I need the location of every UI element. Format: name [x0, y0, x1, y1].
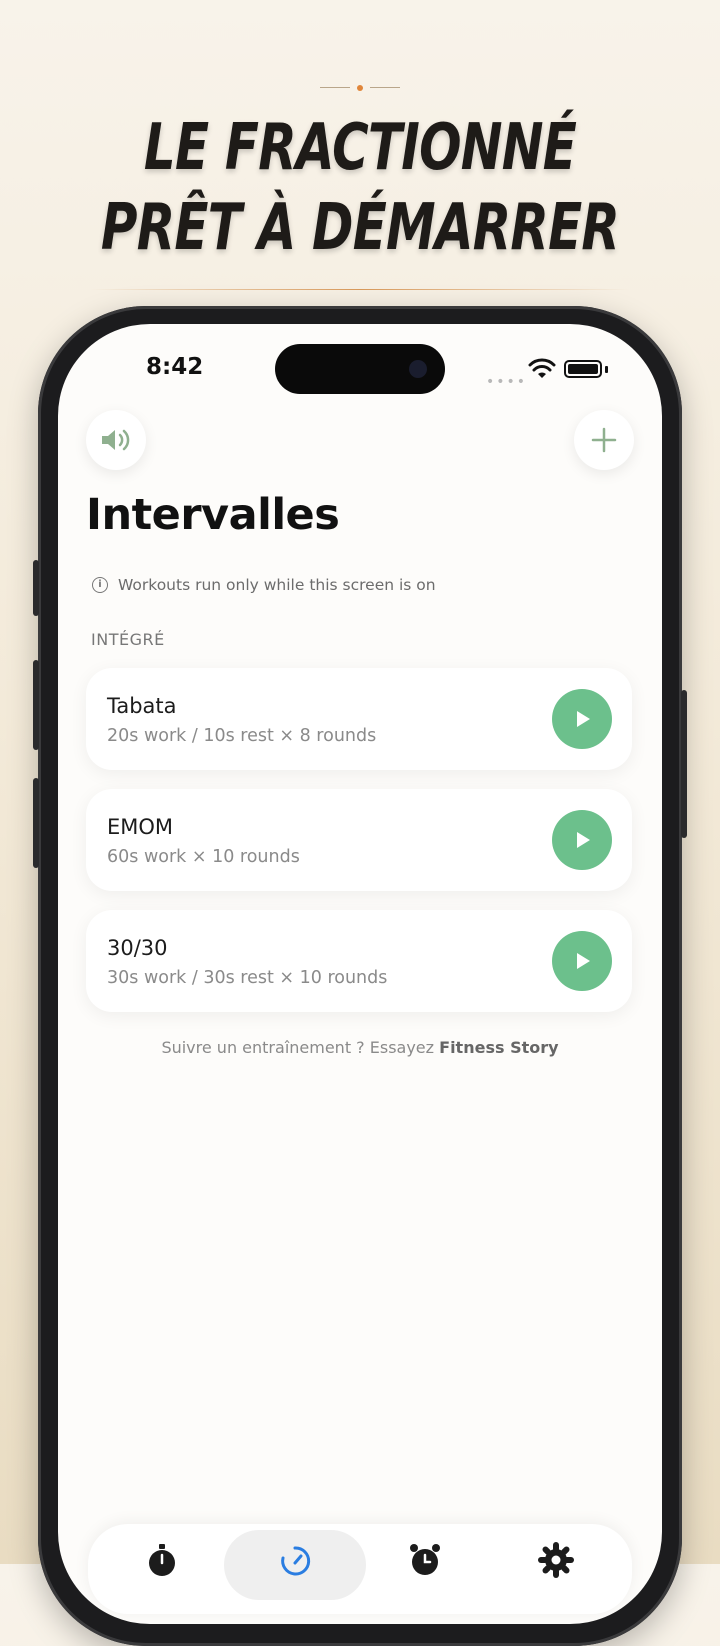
dynamic-island [275, 344, 445, 394]
play-icon [577, 832, 590, 848]
footer-promo: Suivre un entraînement ? Essayez Fitness… [58, 1038, 662, 1057]
tab-settings[interactable] [534, 1538, 578, 1582]
tab-stopwatch[interactable] [140, 1538, 184, 1582]
tab-intervals[interactable] [273, 1538, 317, 1582]
section-label: INTÉGRÉ [91, 630, 165, 649]
sound-toggle-button[interactable] [86, 410, 146, 470]
workout-title: Tabata [107, 694, 177, 718]
workout-title: 30/30 [107, 936, 168, 960]
headline-line-1: LE FRACTIONNÉ [143, 111, 577, 185]
workout-card-30-30[interactable]: 30/30 30s work / 30s rest × 10 rounds [86, 910, 632, 1012]
tab-bar [88, 1524, 632, 1614]
play-icon [577, 953, 590, 969]
play-icon [577, 711, 590, 727]
phone-power-button [681, 690, 687, 838]
info-text: Workouts run only while this screen is o… [118, 576, 436, 594]
plus-icon [591, 427, 617, 453]
ornament [320, 85, 400, 91]
phone-action-button [33, 560, 39, 616]
info-icon: i [92, 577, 108, 593]
cellular-signal-icon: •••• [486, 374, 528, 390]
headline-line-2: PRÊT À DÉMARRER [100, 191, 620, 265]
footer-prefix: Suivre un entraînement ? Essayez [161, 1038, 435, 1057]
add-interval-button[interactable] [574, 410, 634, 470]
phone-volume-up [33, 660, 39, 750]
stopwatch-icon [149, 1544, 175, 1576]
speaker-icon [102, 429, 130, 451]
page-title: Intervalles [86, 490, 340, 540]
fitness-story-link[interactable]: Fitness Story [439, 1038, 558, 1057]
battery-icon [564, 360, 602, 378]
phone-volume-down [33, 778, 39, 868]
workout-subtitle: 60s work × 10 rounds [107, 847, 300, 867]
gear-icon [538, 1542, 574, 1578]
status-time: 8:42 [146, 354, 204, 380]
wifi-icon [528, 358, 556, 378]
workout-card-emom[interactable]: EMOM 60s work × 10 rounds [86, 789, 632, 891]
workout-subtitle: 30s work / 30s rest × 10 rounds [107, 968, 388, 988]
workout-subtitle: 20s work / 10s rest × 8 rounds [107, 726, 377, 746]
tab-alarm[interactable] [403, 1538, 447, 1582]
alarm-clock-icon [410, 1544, 440, 1575]
workout-card-tabata[interactable]: Tabata 20s work / 10s rest × 8 rounds [86, 668, 632, 770]
marketing-headline: LE FRACTIONNÉ PRÊT À DÉMARRER [79, 108, 641, 268]
info-note: i Workouts run only while this screen is… [92, 576, 436, 594]
workout-title: EMOM [107, 815, 174, 839]
divider [90, 289, 630, 290]
play-button[interactable] [552, 689, 612, 749]
interval-timer-icon [281, 1546, 311, 1576]
play-button[interactable] [552, 931, 612, 991]
play-button[interactable] [552, 810, 612, 870]
status-icons: •••• [486, 358, 616, 390]
phone-screen: 8:42 •••• Intervalles i Workouts run onl… [58, 324, 662, 1624]
